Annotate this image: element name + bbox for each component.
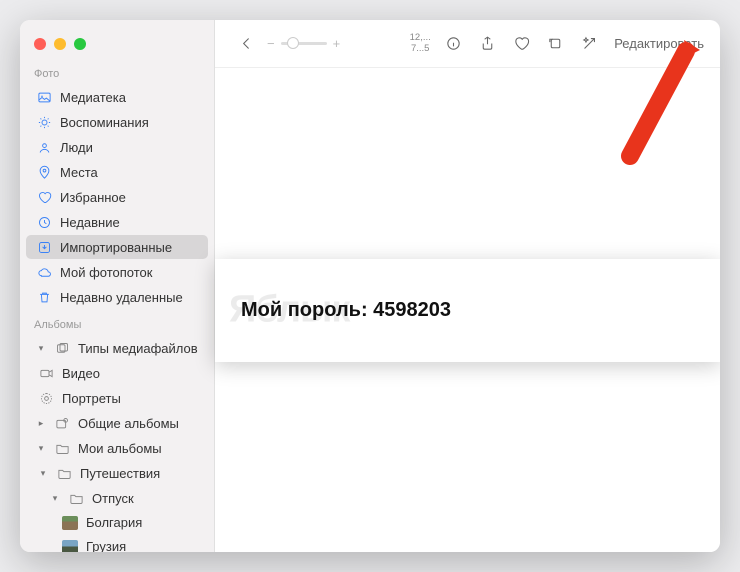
album-thumbnail: [62, 516, 78, 530]
sidebar-item-vacation[interactable]: ▾ Отпуск: [26, 486, 208, 510]
photo-content: Яблык Мой пороль: 4598203: [215, 259, 720, 362]
zoom-plus: +: [333, 36, 341, 51]
close-window-button[interactable]: [34, 38, 46, 50]
sidebar-item-label: Недавние: [60, 215, 120, 230]
sidebar-item-video[interactable]: Видео: [26, 361, 208, 385]
people-icon: [36, 139, 52, 155]
zoom-knob[interactable]: [287, 37, 299, 49]
content-area: − + 12,... 7...5 Редактировать Яблык Мой…: [215, 20, 720, 552]
rotate-button[interactable]: [540, 30, 570, 58]
toolbar: − + 12,... 7...5 Редактировать: [215, 20, 720, 68]
chevron-down-icon: ▾: [38, 468, 48, 479]
sidebar-item-label: Импортированные: [60, 240, 172, 255]
memories-icon: [36, 114, 52, 130]
sidebar-item-label: Портреты: [62, 391, 121, 406]
image-viewer[interactable]: Яблык Мой пороль: 4598203: [215, 68, 720, 552]
chevron-right-icon: ▸: [36, 418, 46, 429]
chevron-down-icon: ▾: [36, 443, 46, 454]
album-thumbnail: [62, 540, 78, 553]
sidebar-item-recent[interactable]: Недавние: [26, 210, 208, 234]
import-icon: [36, 239, 52, 255]
sidebar-item-georgia[interactable]: Грузия: [26, 535, 208, 552]
sidebar-item-travel[interactable]: ▾ Путешествия: [26, 461, 208, 485]
sidebar-item-label: Видео: [62, 366, 100, 381]
places-icon: [36, 164, 52, 180]
cloud-icon: [36, 264, 52, 280]
photo-text: Мой пороль: 4598203: [241, 299, 694, 322]
sidebar-item-people[interactable]: Люди: [26, 135, 208, 159]
sidebar-item-label: Грузия: [86, 539, 126, 552]
date-bottom: 7...5: [406, 44, 434, 54]
auto-enhance-button[interactable]: [574, 30, 604, 58]
sidebar-item-recently-deleted[interactable]: Недавно удаленные: [26, 285, 208, 309]
media-types-icon: [54, 340, 70, 356]
maximize-window-button[interactable]: [74, 38, 86, 50]
window-controls: [20, 28, 214, 64]
sidebar-item-imported[interactable]: Импортированные: [26, 235, 208, 259]
sidebar-item-label: Болгария: [86, 515, 142, 530]
section-photos-label: Фото: [20, 64, 214, 84]
sidebar-item-places[interactable]: Места: [26, 160, 208, 184]
chevron-down-icon: ▾: [50, 493, 60, 504]
sidebar-item-label: Путешествия: [80, 466, 160, 481]
back-button[interactable]: [231, 30, 261, 58]
sidebar-item-label: Мой фотопоток: [60, 265, 152, 280]
video-icon: [38, 365, 54, 381]
app-window: Фото Медиатека Воспоминания Люди Места И…: [20, 20, 720, 552]
sidebar-item-media-types[interactable]: ▾ Типы медиафайлов: [26, 336, 208, 360]
folder-icon: [54, 440, 70, 456]
sidebar-item-label: Избранное: [60, 190, 126, 205]
sidebar-item-favorites[interactable]: Избранное: [26, 185, 208, 209]
sidebar-item-label: Общие альбомы: [78, 416, 179, 431]
chevron-down-icon: ▾: [36, 343, 46, 354]
sidebar-item-label: Недавно удаленные: [60, 290, 183, 305]
sidebar-item-memories[interactable]: Воспоминания: [26, 110, 208, 134]
sidebar-item-shared-albums[interactable]: ▸ Общие альбомы: [26, 411, 208, 435]
minimize-window-button[interactable]: [54, 38, 66, 50]
sidebar-item-bulgaria[interactable]: Болгария: [26, 511, 208, 534]
sidebar-item-label: Отпуск: [92, 491, 134, 506]
sidebar-item-library[interactable]: Медиатека: [26, 85, 208, 109]
folder-icon: [56, 465, 72, 481]
trash-icon: [36, 289, 52, 305]
sidebar-item-label: Места: [60, 165, 98, 180]
library-icon: [36, 89, 52, 105]
date-label: 12,... 7...5: [406, 33, 434, 54]
info-button[interactable]: [438, 30, 468, 58]
sidebar: Фото Медиатека Воспоминания Люди Места И…: [20, 20, 215, 552]
favorite-button[interactable]: [506, 30, 536, 58]
sidebar-item-label: Люди: [60, 140, 93, 155]
date-top: 12,...: [406, 33, 434, 43]
sidebar-item-photostream[interactable]: Мой фотопоток: [26, 260, 208, 284]
sidebar-item-label: Типы медиафайлов: [78, 341, 198, 356]
clock-icon: [36, 214, 52, 230]
edit-button[interactable]: Редактировать: [608, 36, 710, 51]
heart-icon: [36, 189, 52, 205]
sidebar-item-label: Мои альбомы: [78, 441, 162, 456]
share-button[interactable]: [472, 30, 502, 58]
zoom-minus: −: [267, 36, 275, 51]
zoom-slider[interactable]: − +: [267, 36, 340, 51]
portrait-icon: [38, 390, 54, 406]
sidebar-item-portraits[interactable]: Портреты: [26, 386, 208, 410]
sidebar-item-my-albums[interactable]: ▾ Мои альбомы: [26, 436, 208, 460]
sidebar-item-label: Воспоминания: [60, 115, 149, 130]
folder-icon: [68, 490, 84, 506]
zoom-track[interactable]: [281, 42, 327, 45]
sidebar-item-label: Медиатека: [60, 90, 126, 105]
section-albums-label: Альбомы: [20, 315, 214, 335]
shared-albums-icon: [54, 415, 70, 431]
